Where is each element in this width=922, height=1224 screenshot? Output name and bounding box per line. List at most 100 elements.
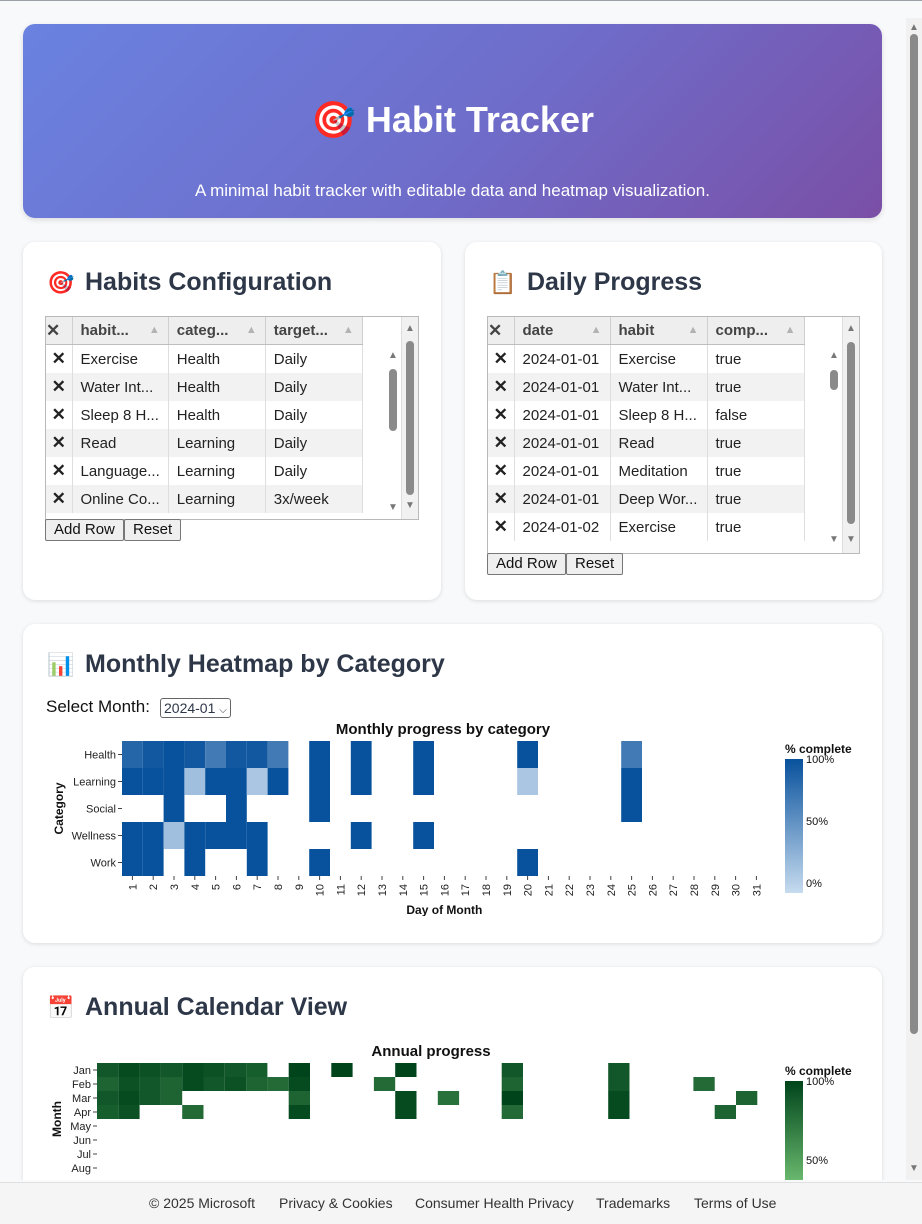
delete-row-icon[interactable]: ✕	[488, 429, 515, 457]
table-row[interactable]: ✕ Read Learning Daily	[46, 429, 363, 457]
scroll-up-icon[interactable]: ▲	[402, 323, 418, 335]
delete-row-icon[interactable]: ✕	[46, 429, 73, 457]
footer-link-privacy[interactable]: Privacy & Cookies	[279, 1195, 393, 1211]
sort-icon[interactable]: ▲	[246, 324, 257, 336]
table-cell[interactable]: Daily	[265, 401, 363, 429]
reset-button[interactable]: Reset	[124, 519, 182, 541]
table-cell[interactable]: true	[707, 485, 805, 513]
table-cell[interactable]: Health	[168, 373, 266, 401]
table-cell[interactable]: Daily	[265, 429, 363, 457]
table-row[interactable]: ✕ 2024-01-01 Water Int... true	[488, 373, 805, 401]
table-cell[interactable]: 2024-01-02	[514, 513, 611, 541]
scroll-thumb[interactable]	[830, 370, 838, 390]
table-cell[interactable]: Deep Wor...	[610, 485, 708, 513]
sort-icon[interactable]: ▲	[591, 324, 602, 336]
table-row[interactable]: ✕ Sleep 8 H... Health Daily	[46, 401, 363, 429]
table-cell[interactable]: Exercise	[610, 513, 708, 541]
delete-row-icon[interactable]: ✕	[488, 401, 515, 429]
sort-icon[interactable]: ▲	[149, 324, 160, 336]
table-cell[interactable]: true	[707, 429, 805, 457]
table-cell[interactable]: Language...	[72, 457, 169, 485]
table-cell[interactable]: Learning	[168, 457, 266, 485]
scroll-up-icon[interactable]: ▲	[826, 350, 842, 362]
inner-scrollbar[interactable]: ▲ ▼	[385, 344, 401, 518]
reset-button[interactable]: Reset	[566, 553, 624, 575]
outer-scrollbar[interactable]: ▲ ▼	[401, 317, 418, 519]
column-header-completed[interactable]: comp... ▲	[707, 317, 805, 345]
table-cell[interactable]: true	[707, 513, 805, 541]
table-row[interactable]: ✕ 2024-01-01 Meditation true	[488, 457, 805, 485]
table-cell[interactable]: 2024-01-01	[514, 373, 611, 401]
table-cell[interactable]: true	[707, 344, 805, 373]
habits-table[interactable]: ✕ habit... ▲ categ... ▲ target... ▲ ✕ Exerci…	[45, 316, 419, 520]
inner-scrollbar[interactable]: ▲ ▼	[826, 344, 842, 552]
table-cell[interactable]: Exercise	[610, 344, 708, 373]
delete-row-icon[interactable]: ✕	[46, 344, 73, 373]
column-header-target[interactable]: target... ▲	[265, 317, 363, 345]
delete-row-icon[interactable]: ✕	[46, 485, 73, 513]
table-cell[interactable]: 2024-01-01	[514, 457, 611, 485]
table-row[interactable]: ✕ 2024-01-02 Exercise true	[488, 513, 805, 541]
scroll-down-icon[interactable]: ▼	[906, 1163, 922, 1175]
table-cell[interactable]: 3x/week	[265, 485, 363, 513]
scroll-up-icon[interactable]: ▲	[385, 350, 401, 362]
outer-scrollbar[interactable]: ▲ ▼	[842, 317, 859, 553]
scroll-up-icon[interactable]: ▲	[906, 22, 922, 34]
scroll-thumb[interactable]	[847, 342, 855, 524]
delete-row-icon[interactable]: ✕	[46, 457, 73, 485]
table-cell[interactable]: 2024-01-01	[514, 401, 611, 429]
column-header-habit[interactable]: habit ▲	[610, 317, 708, 345]
scroll-down-icon[interactable]: ▼	[826, 534, 842, 546]
delete-row-icon[interactable]: ✕	[488, 344, 515, 373]
progress-table[interactable]: ✕ date ▲ habit ▲ comp... ▲ ✕ 2024-01-01 Exerc…	[487, 316, 860, 554]
table-row[interactable]: ✕ 2024-01-01 Deep Wor... true	[488, 485, 805, 513]
scroll-up-icon[interactable]: ▲	[843, 323, 859, 335]
delete-row-icon[interactable]: ✕	[46, 401, 73, 429]
footer-link-trademarks[interactable]: Trademarks	[596, 1195, 670, 1211]
table-cell[interactable]: Learning	[168, 429, 266, 457]
sort-icon[interactable]: ▲	[785, 324, 796, 336]
table-cell[interactable]: true	[707, 457, 805, 485]
table-cell[interactable]: 2024-01-01	[514, 485, 611, 513]
table-cell[interactable]: Learning	[168, 485, 266, 513]
column-header-category[interactable]: categ... ▲	[168, 317, 266, 345]
table-row[interactable]: ✕ Language... Learning Daily	[46, 457, 363, 485]
sort-icon[interactable]: ▲	[688, 324, 699, 336]
table-cell[interactable]: Daily	[265, 457, 363, 485]
table-cell[interactable]: Health	[168, 401, 266, 429]
table-cell[interactable]: 2024-01-01	[514, 429, 611, 457]
table-cell[interactable]: Meditation	[610, 457, 708, 485]
footer-link-terms[interactable]: Terms of Use	[694, 1195, 776, 1211]
table-cell[interactable]: Daily	[265, 344, 363, 373]
delete-row-icon[interactable]: ✕	[488, 373, 515, 401]
table-row[interactable]: ✕ Water Int... Health Daily	[46, 373, 363, 401]
table-row[interactable]: ✕ Exercise Health Daily	[46, 344, 363, 373]
table-cell[interactable]: Water Int...	[610, 373, 708, 401]
table-cell[interactable]: Daily	[265, 373, 363, 401]
sort-icon[interactable]: ▲	[343, 324, 354, 336]
page-scrollbar[interactable]: ▲ ▼	[906, 18, 922, 1180]
scroll-down-icon[interactable]: ▼	[385, 502, 401, 514]
table-row[interactable]: ✕ 2024-01-01 Sleep 8 H... false	[488, 401, 805, 429]
column-header-habit[interactable]: habit... ▲	[72, 317, 169, 345]
add-row-button[interactable]: Add Row	[45, 519, 124, 541]
table-cell[interactable]: Read	[610, 429, 708, 457]
table-cell[interactable]: Sleep 8 H...	[72, 401, 169, 429]
table-row[interactable]: ✕ 2024-01-01 Read true	[488, 429, 805, 457]
scroll-down-icon[interactable]: ▼	[843, 534, 859, 546]
table-row[interactable]: ✕ 2024-01-01 Exercise true	[488, 344, 805, 373]
add-row-button[interactable]: Add Row	[487, 553, 566, 575]
table-cell[interactable]: false	[707, 401, 805, 429]
table-cell[interactable]: 2024-01-01	[514, 344, 611, 373]
table-cell[interactable]: Sleep 8 H...	[610, 401, 708, 429]
scroll-down-icon[interactable]: ▼	[402, 500, 418, 512]
delete-row-icon[interactable]: ✕	[488, 485, 515, 513]
scroll-thumb[interactable]	[910, 34, 918, 1034]
column-header-date[interactable]: date ▲	[514, 317, 611, 345]
month-select[interactable]: 2024-01 ⌵	[160, 698, 231, 718]
scroll-thumb[interactable]	[389, 369, 397, 431]
table-cell[interactable]: Water Int...	[72, 373, 169, 401]
table-cell[interactable]: true	[707, 373, 805, 401]
table-cell[interactable]: Online Co...	[72, 485, 169, 513]
delete-row-icon[interactable]: ✕	[488, 457, 515, 485]
